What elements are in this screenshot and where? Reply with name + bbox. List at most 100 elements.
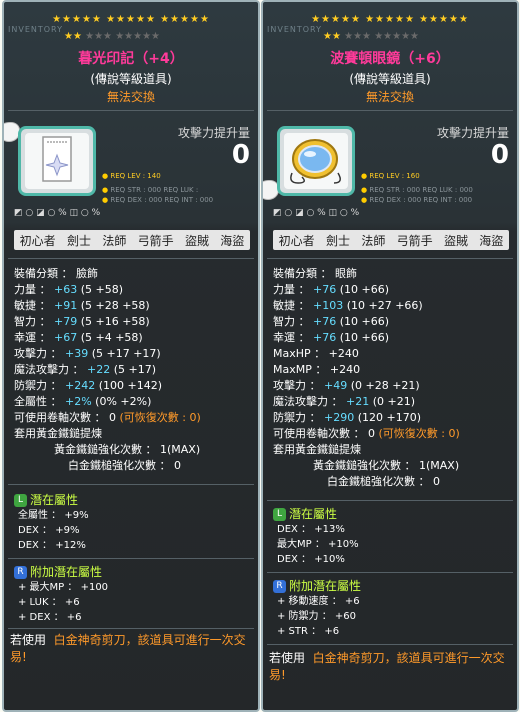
potential-line: DEX ： +10%: [277, 554, 345, 565]
equip-category: 裝備分類 ： 眼飾: [273, 267, 357, 280]
trade-status: 無法交換: [365, 90, 414, 104]
legendary-badge-icon: L: [14, 494, 27, 507]
monocle-icon: [284, 133, 348, 189]
bonus-potential-header: R 附加潛在屬性: [14, 564, 254, 580]
req-dex-int: ● REQ DEX : 000 REQ INT : 000: [361, 196, 473, 204]
stat-line: 力量 ： +76 (10 +66): [273, 283, 390, 296]
job-warrior: 劍士: [325, 233, 350, 248]
stat-line: 敏捷 ： +91 (5 +28 +58): [14, 299, 150, 312]
platinum-hammer-count: 白金鐵槌強化次數 ： 0: [327, 475, 440, 488]
attack-increase-label: 攻擊力提升量: [436, 126, 509, 140]
potential-line: 最大MP ： +10%: [277, 539, 359, 550]
job-pirate: 海盜: [479, 233, 504, 248]
scroll-count: 可使用卷軸次數 ： 0 (可恢復次數 : 0): [273, 427, 460, 440]
divider: [267, 110, 513, 111]
item-tooltip-left: INVENTORY ★★★★★ ★★★★★ ★★★★★ ★★ ★★★ ★★★★★…: [2, 0, 260, 712]
divider: [267, 572, 513, 573]
star-force-row: ★★★★★ ★★★★★ ★★★★★: [52, 14, 210, 25]
stat-line: 防禦力 ： +290 (120 +170): [273, 411, 422, 424]
stat-line: 智力 ： +76 (10 +66): [273, 315, 390, 328]
stat-line: MaxHP ： +240: [273, 347, 359, 360]
item-icon-frame: [277, 126, 355, 196]
rare-badge-icon: R: [273, 580, 286, 593]
divider: [8, 258, 254, 259]
potential-header: L 潛在屬性: [273, 506, 513, 522]
hammer-applied: 套用黃金鐵鎚提煉: [273, 443, 361, 456]
star-force-row-2: ★★ ★★★ ★★★★★: [64, 31, 161, 42]
stat-line: 智力 ： +79 (5 +16 +58): [14, 315, 150, 328]
attack-increase-value: 0: [231, 140, 250, 170]
slot-indicators: ◩ ○ ◪ ○ % ◫ ○ %: [14, 208, 101, 218]
bonus-potential-section: R 附加潛在屬性 + 最大MP ： +100 + LUK ： +6 + DEX ：…: [14, 564, 254, 625]
item-name: 波賽頓眼鏡（+6）: [330, 51, 450, 67]
attack-increase-value: 0: [490, 140, 509, 170]
scissor-notice: 若使用 白金神奇剪刀，該道具可進行一次交易!: [10, 633, 246, 664]
stat-line: 魔法攻擊力 ： +22 (5 +17): [14, 363, 157, 376]
inventory-label: INVENTORY: [8, 25, 63, 34]
req-level: ● REQ LEV : 160: [361, 172, 420, 180]
job-beginner: 初心者: [19, 233, 56, 248]
potential-line: DEX ： +12%: [18, 540, 86, 551]
scissor-notice: 若使用 白金神奇剪刀，該道具可進行一次交易!: [269, 651, 505, 682]
stat-line: 幸運 ： +67 (5 +4 +58): [14, 331, 143, 344]
divider: [8, 628, 254, 629]
stat-line: 攻擊力 ： +39 (5 +17 +17): [14, 347, 161, 360]
platinum-hammer-count: 白金鐵槌強化次數 ： 0: [68, 459, 181, 472]
job-bowman: 弓箭手: [396, 233, 433, 248]
job-warrior: 劍士: [66, 233, 91, 248]
bonus-potential-line: + DEX ： +6: [18, 612, 82, 623]
scroll-count: 可使用卷軸次數 ： 0 (可恢復次數 : 0): [14, 411, 201, 424]
divider: [8, 558, 254, 559]
inventory-label: INVENTORY: [267, 25, 322, 34]
star-force-row-2: ★★ ★★★ ★★★★★: [323, 31, 420, 42]
divider: [267, 644, 513, 645]
bonus-potential-line: + 防禦力 ： +60: [277, 611, 357, 622]
req-dex-int: ● REQ DEX : 000 REQ INT : 000: [102, 196, 214, 204]
bonus-potential-section: R 附加潛在屬性 + 移動速度 ： +6 + 防禦力 ： +60 + STR ： …: [273, 578, 513, 639]
potential-line: DEX ： +9%: [18, 525, 80, 536]
item-name: 暮光印記（+4）: [78, 51, 184, 67]
emblem-icon: [25, 133, 89, 189]
job-thief: 盜賊: [443, 233, 468, 248]
job-bowman: 弓箭手: [137, 233, 174, 248]
bonus-potential-line: + 最大MP ： +100: [18, 582, 109, 593]
job-magician: 法師: [361, 233, 386, 248]
potential-section: L 潛在屬性 全屬性 ： +9% DEX ： +9% DEX ： +12%: [14, 492, 254, 553]
bonus-potential-line: + 移動速度 ： +6: [277, 596, 360, 607]
job-requirement-bar: 初心者 劍士 法師 弓箭手 盜賊 海盜: [273, 230, 509, 250]
divider: [8, 110, 254, 111]
hammer-applied: 套用黃金鐵鎚提煉: [14, 427, 102, 440]
star-force-row: ★★★★★ ★★★★★ ★★★★★: [311, 14, 469, 25]
stat-line: MaxMP ： +240: [273, 363, 361, 376]
item-grade: (傳說等級道具): [349, 72, 431, 86]
potential-section: L 潛在屬性 DEX ： +13% 最大MP ： +10% DEX ： +10%: [273, 506, 513, 567]
divider: [8, 484, 254, 485]
stat-line: 全屬性 ： +2% (0% +2%): [14, 395, 152, 408]
job-pirate: 海盜: [220, 233, 245, 248]
stat-list: 裝備分類 ： 臉飾 力量 ： +63 (5 +58) 敏捷 ： +91 (5 +…: [14, 266, 254, 474]
job-requirement-bar: 初心者 劍士 法師 弓箭手 盜賊 海盜: [14, 230, 250, 250]
job-beginner: 初心者: [278, 233, 315, 248]
divider: [267, 258, 513, 259]
req-str-luk: ● REQ STR : 000 REQ LUK : 000: [361, 186, 473, 194]
req-str-luk: ● REQ STR : 000 REQ LUK :: [102, 186, 199, 194]
divider: [267, 500, 513, 501]
potential-header: L 潛在屬性: [14, 492, 254, 508]
job-magician: 法師: [102, 233, 127, 248]
gold-hammer-count: 黃金鐵鎚強化次數 ： 1(MAX): [313, 459, 460, 472]
stat-line: 防禦力 ： +242 (100 +142): [14, 379, 163, 392]
rare-badge-icon: R: [14, 566, 27, 579]
item-tooltip-right: INVENTORY ★★★★★ ★★★★★ ★★★★★ ★★ ★★★ ★★★★★…: [261, 0, 519, 712]
stat-line: 幸運 ： +76 (10 +66): [273, 331, 390, 344]
bonus-potential-header: R 附加潛在屬性: [273, 578, 513, 594]
stat-list: 裝備分類 ： 眼飾 力量 ： +76 (10 +66) 敏捷 ： +103 (1…: [273, 266, 513, 490]
potential-line: DEX ： +13%: [277, 524, 345, 535]
stat-line: 敏捷 ： +103 (10 +27 +66): [273, 299, 423, 312]
potential-line: 全屬性 ： +9%: [18, 510, 89, 521]
equip-category: 裝備分類 ： 臉飾: [14, 267, 98, 280]
stat-line: 力量 ： +63 (5 +58): [14, 283, 124, 296]
item-icon-frame: [18, 126, 96, 196]
gold-hammer-count: 黃金鐵鎚強化次數 ： 1(MAX): [54, 443, 201, 456]
bonus-potential-line: + LUK ： +6: [18, 597, 80, 608]
stat-line: 魔法攻擊力 ： +21 (0 +21): [273, 395, 416, 408]
